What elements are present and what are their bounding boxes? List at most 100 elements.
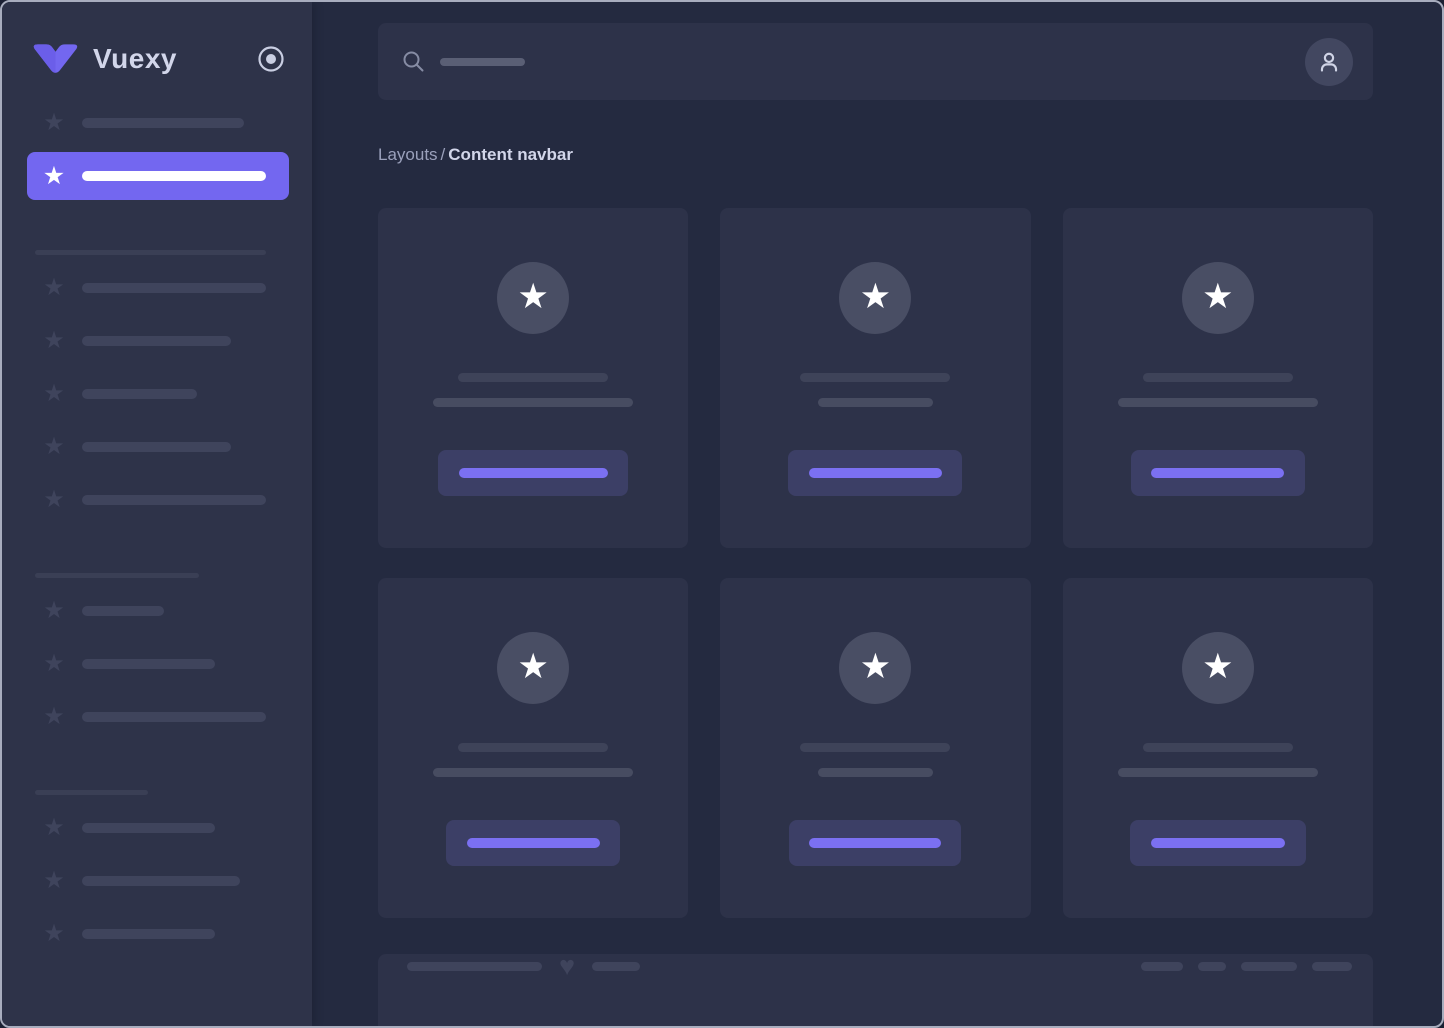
breadcrumb-parent[interactable]: Layouts: [378, 145, 438, 164]
search-placeholder-skeleton: [440, 58, 525, 66]
button-label-skeleton: [809, 468, 942, 478]
star-icon: ★: [42, 652, 66, 676]
footer-left-bar-2: [592, 962, 640, 971]
cards-grid: ★ ★ ★ ★ ★: [378, 208, 1373, 918]
card-action-button[interactable]: [1131, 450, 1305, 496]
sidebar-item[interactable]: ★: [42, 276, 288, 300]
sidebar-section-header-skeleton: [35, 250, 266, 255]
card-subtitle-skeleton: [818, 768, 933, 777]
star-avatar: ★: [497, 262, 569, 334]
star-icon: ★: [42, 435, 66, 459]
sidebar-item-active[interactable]: ★: [27, 152, 289, 200]
sidebar-item-label-skeleton: [82, 171, 266, 181]
sidebar-section-header-skeleton: [35, 790, 148, 795]
star-icon: ★: [42, 922, 66, 946]
button-label-skeleton: [459, 468, 608, 478]
sidebar-item[interactable]: ★: [42, 705, 288, 729]
star-icon: ★: [42, 276, 66, 300]
star-icon: ★: [42, 111, 66, 135]
person-icon: [1316, 49, 1342, 75]
sidebar: Vuexy ★ ★ ★ ★ ★ ★ ★ ★ ★: [2, 2, 312, 1026]
app-frame: Vuexy ★ ★ ★ ★ ★ ★ ★ ★ ★: [0, 0, 1444, 1028]
user-avatar[interactable]: [1305, 38, 1353, 86]
breadcrumb: Layouts/Content navbar: [378, 145, 1373, 165]
sidebar-item[interactable]: ★: [42, 652, 288, 676]
card-subtitle-skeleton: [818, 398, 933, 407]
sidebar-item[interactable]: ★: [42, 922, 288, 946]
button-label-skeleton: [809, 838, 941, 848]
card-subtitle-skeleton: [1118, 768, 1318, 777]
demo-card: ★: [378, 208, 688, 548]
sidebar-item-label-skeleton: [82, 442, 231, 452]
sidebar-item-label-skeleton: [82, 283, 266, 293]
sidebar-item[interactable]: ★: [42, 382, 288, 406]
sidebar-item-label-skeleton: [82, 659, 215, 669]
footer-skeleton-bar: [1198, 962, 1226, 971]
star-icon: ★: [42, 599, 66, 623]
demo-card: ★: [720, 578, 1030, 918]
footer-card: ♥: [378, 954, 1373, 1028]
card-action-button[interactable]: [788, 450, 962, 496]
card-action-button[interactable]: [438, 450, 628, 496]
star-icon: ★: [42, 382, 66, 406]
sidebar-menu: ★ ★ ★ ★ ★ ★ ★ ★ ★ ★ ★ ★ ★: [2, 84, 312, 946]
button-label-skeleton: [467, 838, 600, 848]
star-icon: ★: [42, 705, 66, 729]
footer-right-group: [1141, 962, 1352, 971]
star-avatar: ★: [497, 632, 569, 704]
footer-row: ♥: [407, 954, 1352, 978]
star-icon: ★: [1202, 649, 1233, 687]
sidebar-item[interactable]: ★: [42, 111, 288, 135]
card-action-button[interactable]: [446, 820, 620, 866]
sidebar-item[interactable]: ★: [42, 599, 288, 623]
card-title-skeleton: [1143, 743, 1293, 752]
sidebar-item-label-skeleton: [82, 823, 215, 833]
star-icon: ★: [42, 816, 66, 840]
sidebar-item-label-skeleton: [82, 606, 164, 616]
sidebar-section-header-skeleton: [35, 573, 199, 578]
sidebar-item-label-skeleton: [82, 336, 231, 346]
star-icon: ★: [42, 869, 66, 893]
card-title-skeleton: [800, 743, 950, 752]
sidebar-item-label-skeleton: [82, 876, 240, 886]
demo-card: ★: [378, 578, 688, 918]
card-title-skeleton: [458, 743, 608, 752]
sidebar-header: Vuexy: [2, 34, 312, 84]
top-navbar: [378, 23, 1373, 100]
demo-card: ★: [1063, 208, 1373, 548]
card-title-skeleton: [458, 373, 608, 382]
sidebar-item-label-skeleton: [82, 495, 266, 505]
button-label-skeleton: [1151, 838, 1285, 848]
footer-skeleton-bar: [1312, 962, 1352, 971]
star-icon: ★: [860, 649, 891, 687]
card-title-skeleton: [1143, 373, 1293, 382]
star-icon: ★: [517, 279, 548, 317]
breadcrumb-current: Content navbar: [448, 145, 573, 164]
card-title-skeleton: [800, 373, 950, 382]
card-subtitle-skeleton: [433, 398, 633, 407]
star-icon: ★: [42, 164, 66, 188]
card-action-button[interactable]: [1130, 820, 1306, 866]
menu-pin-toggle[interactable]: [257, 45, 285, 73]
footer-left-bar-1: [407, 962, 542, 971]
sidebar-item[interactable]: ★: [42, 869, 288, 893]
star-avatar: ★: [1182, 262, 1254, 334]
card-action-button[interactable]: [789, 820, 961, 866]
sidebar-item-label-skeleton: [82, 929, 215, 939]
sidebar-item[interactable]: ★: [42, 488, 288, 512]
sidebar-item[interactable]: ★: [42, 329, 288, 353]
sidebar-item[interactable]: ★: [42, 435, 288, 459]
star-avatar: ★: [839, 632, 911, 704]
card-subtitle-skeleton: [433, 768, 633, 777]
star-icon: ★: [1202, 279, 1233, 317]
sidebar-item-label-skeleton: [82, 118, 244, 128]
star-avatar: ★: [1182, 632, 1254, 704]
search-input[interactable]: [402, 50, 1305, 73]
sidebar-item-label-skeleton: [82, 712, 266, 722]
demo-card: ★: [1063, 578, 1373, 918]
star-icon: ★: [517, 649, 548, 687]
sidebar-item[interactable]: ★: [42, 816, 288, 840]
vuexy-logo-icon: [32, 44, 79, 74]
main-content: Layouts/Content navbar ★ ★ ★ ★: [312, 2, 1442, 1026]
star-icon: ★: [860, 279, 891, 317]
